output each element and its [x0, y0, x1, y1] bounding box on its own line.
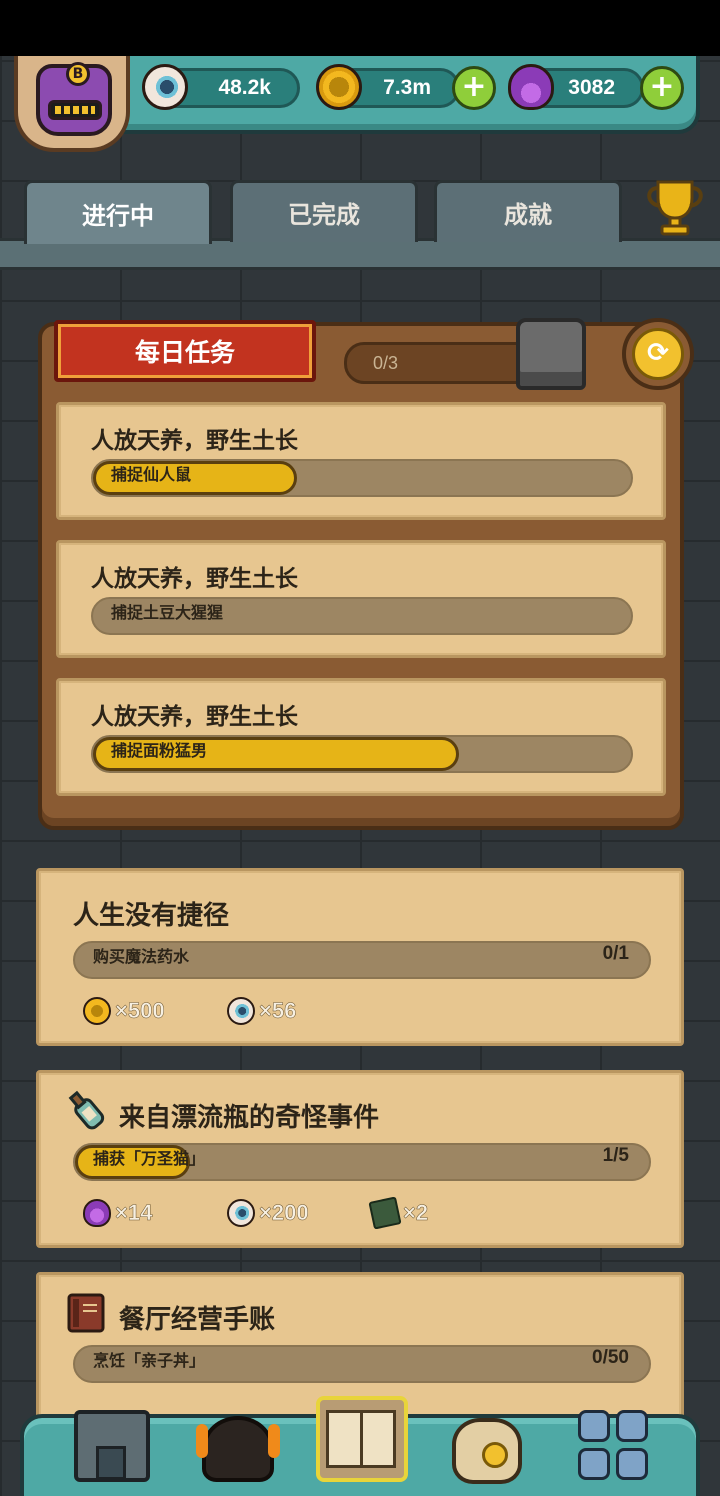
- quest-progress-bar: 烹饪「亲子丼」 0/50: [73, 1345, 651, 1383]
- task-title: 人放天养，野生土长: [91, 704, 298, 730]
- coin-icon: [482, 1442, 508, 1468]
- reward-amount: ×500: [115, 998, 165, 1024]
- nav-quest-book-button[interactable]: [316, 1396, 408, 1484]
- grid-tile-icon: [578, 1410, 610, 1442]
- coin-icon: [83, 997, 111, 1025]
- grid-tile-icon: [616, 1448, 648, 1480]
- message-bottle-icon: [68, 1090, 105, 1130]
- task-progress-bar: 捕捉土豆大猩猩: [91, 597, 633, 635]
- crown-monster-icon: B: [36, 62, 112, 136]
- quest-progress: 0/50: [592, 1347, 629, 1368]
- eyeball-icon: [227, 1199, 255, 1227]
- daily-task-card[interactable]: 人放天养，野生土长 捕捉土豆大猩猩: [56, 540, 666, 658]
- grid-tile-icon: [616, 1410, 648, 1442]
- tab-in-progress[interactable]: 进行中: [24, 180, 212, 244]
- add-coins-button[interactable]: +: [452, 66, 496, 110]
- quest-progress-bar: 捕获「万圣猫」 1/5: [73, 1143, 651, 1181]
- daily-task-card[interactable]: 人放天养，野生土长 捕捉面粉猛男: [56, 678, 666, 796]
- book-spine-icon: [360, 1410, 363, 1468]
- task-title: 人放天养，野生土长: [91, 566, 298, 592]
- daily-tasks-title: 每日任务: [134, 338, 235, 367]
- reward-amount: ×2: [403, 1200, 429, 1226]
- grid-tile-icon: [578, 1448, 610, 1480]
- nav-coin-bag-button[interactable]: [446, 1404, 530, 1488]
- task-progress-bar: 捕捉仙人鼠: [91, 459, 633, 497]
- nav-collection-button[interactable]: [574, 1404, 658, 1488]
- torch-right-icon: [268, 1424, 280, 1458]
- refresh-icon: ⟳: [632, 328, 684, 380]
- quest-label: 购买魔法药水: [93, 947, 190, 966]
- quest-label: 烹饪「亲子丼」: [93, 1351, 206, 1370]
- nav-monster-button[interactable]: [196, 1404, 280, 1488]
- status-bar: [0, 0, 720, 56]
- treasure-chest-icon[interactable]: [516, 318, 586, 390]
- tab-label: 成就: [504, 201, 552, 229]
- monster-icon: [202, 1416, 274, 1482]
- eyeball-icon: [142, 64, 188, 110]
- daily-progress-value: 0/3: [373, 352, 399, 373]
- quest-title: 来自漂流瓶的奇怪事件: [119, 1103, 380, 1133]
- potion-icon: [83, 1199, 111, 1227]
- reward-potions: ×14: [83, 1199, 153, 1227]
- tab-achievements[interactable]: 成就: [434, 180, 622, 242]
- potion-icon: [508, 64, 554, 110]
- quest-progress: 1/5: [602, 1145, 629, 1166]
- quest-title: 人生没有捷径: [73, 901, 230, 931]
- quest-label: 捕获「万圣猫」: [93, 1149, 206, 1168]
- shop-door-icon: [96, 1446, 126, 1480]
- reward-amount: ×14: [115, 1200, 153, 1226]
- reward-coins: ×500: [83, 997, 165, 1025]
- quest-title: 餐厅经营手账: [119, 1305, 276, 1335]
- nav-shop-button[interactable]: [70, 1404, 154, 1488]
- task-label: 捕捉仙人鼠: [111, 465, 192, 484]
- quest-progress: 0/1: [602, 943, 629, 964]
- tab-label: 进行中: [82, 202, 154, 230]
- daily-task-card[interactable]: 人放天养，野生土长 捕捉仙人鼠: [56, 402, 666, 520]
- player-avatar[interactable]: B: [14, 56, 130, 152]
- card-icon: [368, 1196, 402, 1230]
- reward-eyes: ×56: [227, 997, 297, 1025]
- eyes-value: 48.2k: [218, 76, 271, 99]
- task-progress-bar: 捕捉面粉猛男: [91, 735, 633, 773]
- quest-card[interactable]: 来自漂流瓶的奇怪事件 捕获「万圣猫」 1/5 ×14 ×200 ×2: [36, 1070, 684, 1248]
- task-label: 捕捉土豆大猩猩: [111, 603, 224, 622]
- torch-left-icon: [196, 1424, 208, 1458]
- eyeball-icon: [227, 997, 255, 1025]
- reward-cards: ×2: [368, 1196, 429, 1230]
- reward-eyes: ×200: [227, 1199, 309, 1227]
- monster-mouth-icon: [48, 100, 102, 120]
- tab-completed[interactable]: 已完成: [230, 180, 418, 242]
- potions-value: 3082: [568, 76, 615, 99]
- add-potions-button[interactable]: +: [640, 66, 684, 110]
- tab-label: 已完成: [288, 201, 360, 229]
- daily-tasks-banner: 每日任务: [54, 320, 316, 382]
- avatar-badge: B: [66, 62, 90, 86]
- task-title: 人放天养，野生土长: [91, 428, 298, 454]
- reward-amount: ×200: [259, 1200, 309, 1226]
- quest-progress-bar: 购买魔法药水 0/1: [73, 941, 651, 979]
- reward-amount: ×56: [259, 998, 297, 1024]
- task-label: 捕捉面粉猛男: [111, 741, 208, 760]
- coins-value: 7.3m: [383, 76, 431, 99]
- ledger-book-icon: [67, 1293, 105, 1333]
- coin-icon: [316, 64, 362, 110]
- trophy-icon[interactable]: [640, 176, 710, 238]
- refresh-button[interactable]: ⟳: [622, 318, 694, 390]
- quest-card[interactable]: 人生没有捷径 购买魔法药水 0/1 ×500 ×56: [36, 868, 684, 1046]
